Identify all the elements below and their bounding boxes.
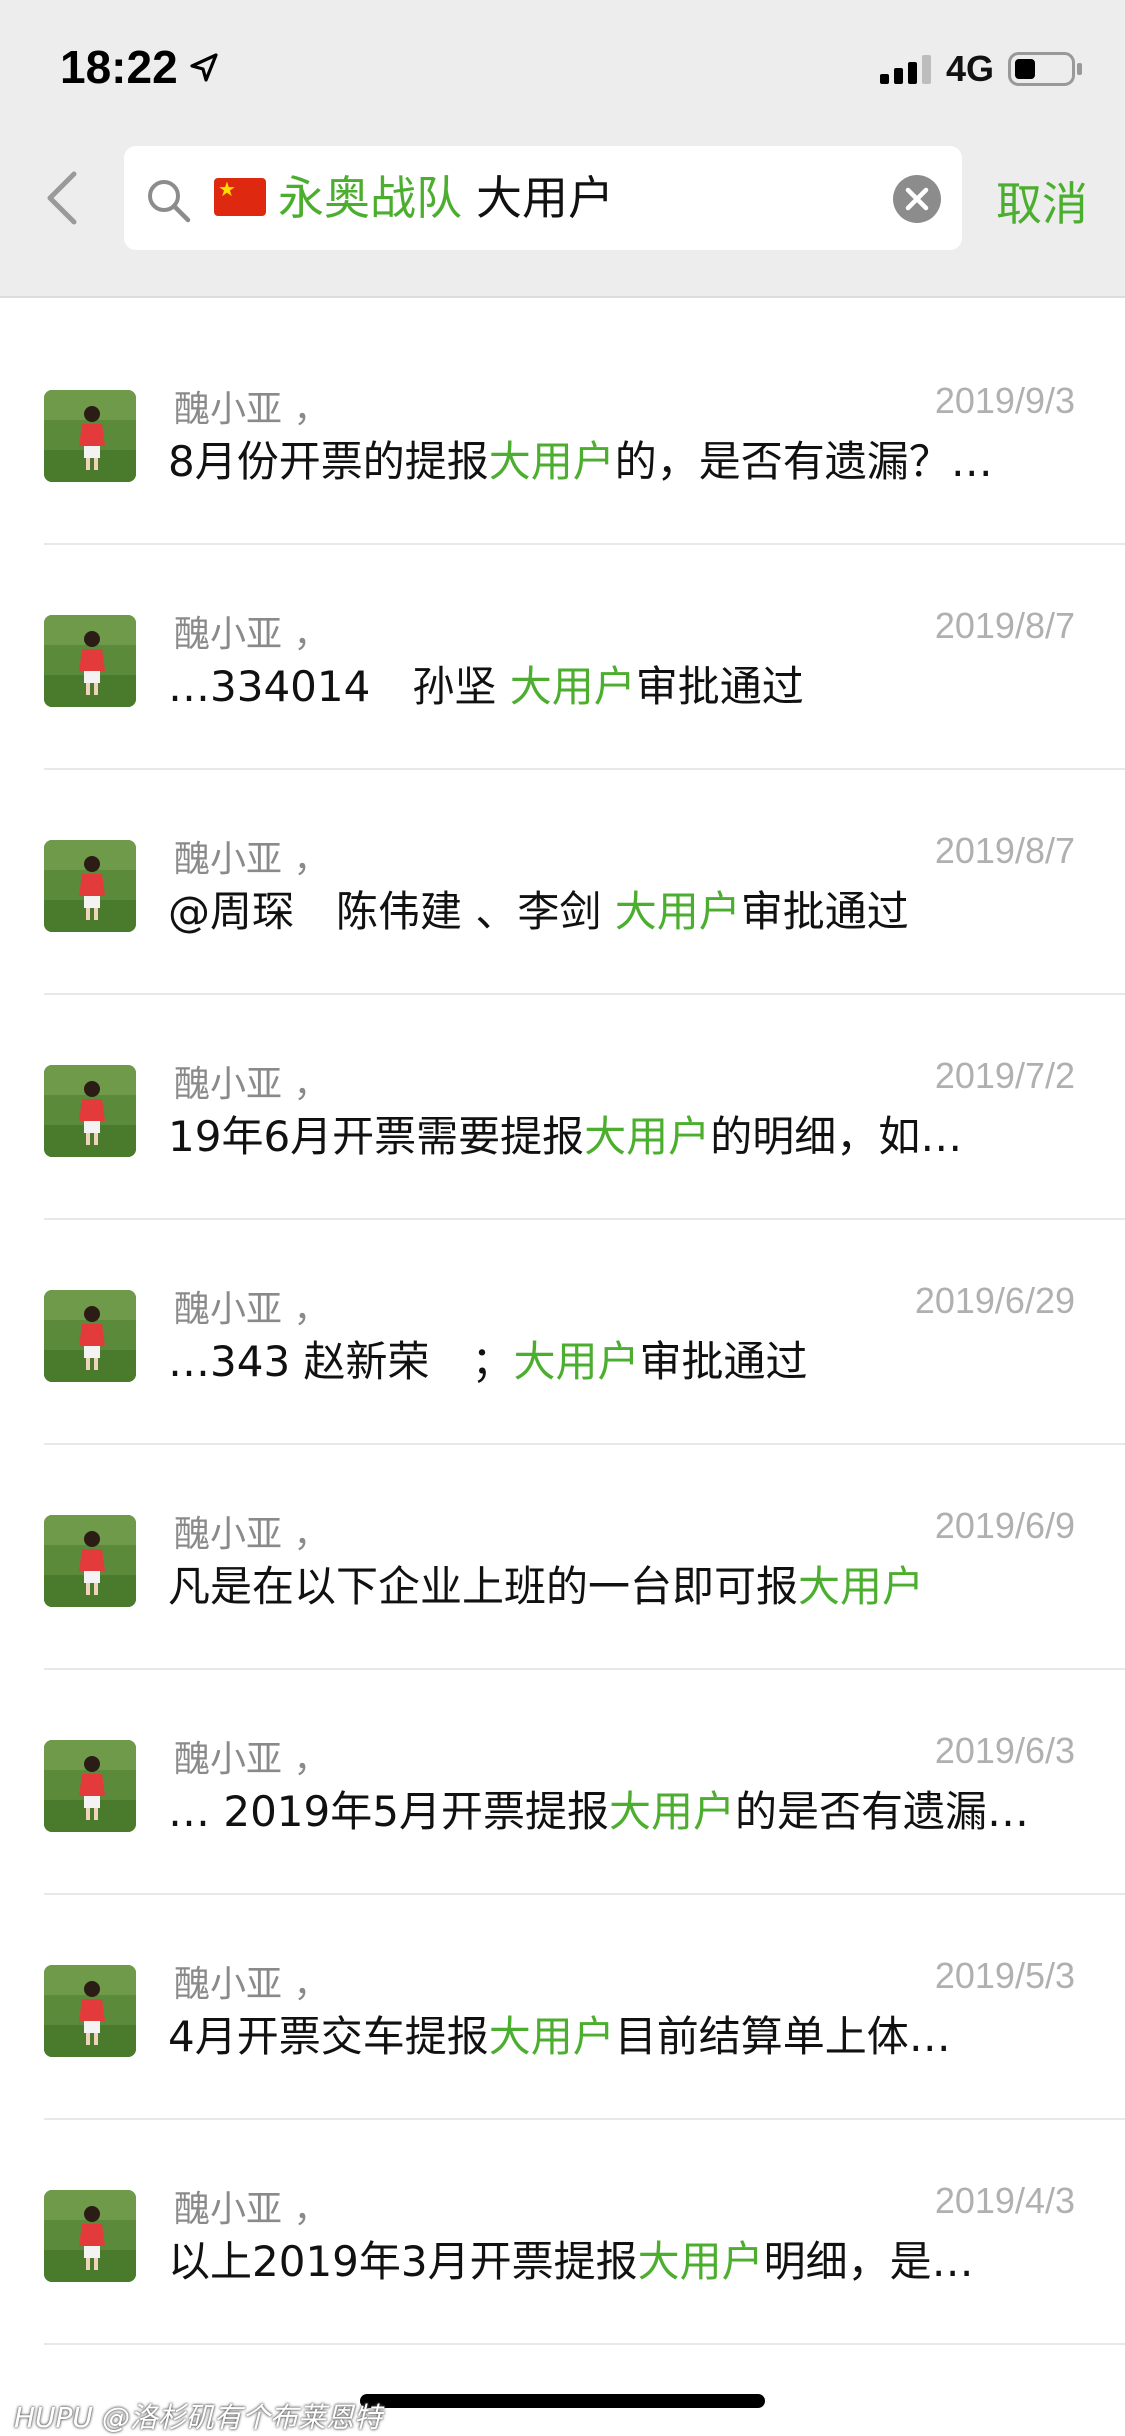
network-label: 4G bbox=[946, 48, 995, 89]
snippet-text: 的，是否有遗漏？… bbox=[614, 437, 993, 486]
avatar bbox=[44, 1515, 136, 1607]
message-snippet: 以上2019年3月开票提报大用户明细，是… bbox=[168, 2234, 1078, 2290]
snippet-text: 8月份开票的提报 bbox=[168, 437, 489, 486]
signal-icon bbox=[880, 54, 936, 88]
message-snippet: 凡是在以下企业上班的一台即可报大用户 bbox=[168, 1559, 1078, 1615]
china-flag-icon: ★ bbox=[214, 178, 266, 216]
snippet-highlight: 大用户 bbox=[488, 2012, 615, 2061]
avatar bbox=[44, 2190, 136, 2282]
message-snippet: …334014 孙坚 大用户审批通过 bbox=[168, 659, 1078, 715]
snippet-text: 明细，是… bbox=[763, 2237, 974, 2286]
sender-name: 醜小亚 ， bbox=[174, 614, 330, 655]
snippet-text: @周琛 陈伟建 、李剑 bbox=[168, 887, 615, 936]
message-snippet: … 2019年5月开票提报大用户的是否有遗漏… bbox=[168, 1784, 1078, 1840]
message-date: 2019/7/2 bbox=[934, 1055, 1075, 1096]
list-item[interactable]: 醜小亚 ， 2019/8/7 …334014 孙坚 大用户审批通过 bbox=[0, 545, 1125, 770]
sender-name: 醜小亚 ， bbox=[174, 1964, 330, 2005]
message-date: 2019/8/7 bbox=[934, 605, 1075, 646]
list-item[interactable]: 醜小亚 ， 2019/6/3 … 2019年5月开票提报大用户的是否有遗漏… bbox=[0, 1670, 1125, 1895]
list-item[interactable]: 醜小亚 ， 2019/6/9 凡是在以下企业上班的一台即可报大用户 bbox=[0, 1445, 1125, 1670]
sender-name: 醜小亚 ， bbox=[174, 1514, 330, 1555]
location-arrow-icon bbox=[188, 52, 220, 88]
snippet-highlight: 大用户 bbox=[509, 662, 636, 711]
snippet-text: 19年6月开票需要提报 bbox=[168, 1112, 585, 1161]
snippet-highlight: 大用户 bbox=[608, 1787, 735, 1836]
cancel-button[interactable]: 取消 bbox=[996, 168, 1088, 234]
snippet-text: 审批通过 bbox=[740, 887, 909, 936]
message-date: 2019/5/3 bbox=[934, 1955, 1075, 1996]
sender-name: 醜小亚 ， bbox=[174, 1289, 330, 1330]
snippet-text: 目前结算单上体… bbox=[614, 2012, 951, 2061]
avatar bbox=[44, 615, 136, 707]
sender-name: 醜小亚 ， bbox=[174, 2189, 330, 2230]
message-date: 2019/8/7 bbox=[934, 830, 1075, 871]
snippet-text: … 2019年5月开票提报 bbox=[168, 1787, 609, 1836]
snippet-highlight: 大用户 bbox=[584, 1112, 711, 1161]
sender-name: 醜小亚 ， bbox=[174, 1739, 330, 1780]
snippet-text: 的明细，如… bbox=[710, 1112, 963, 1161]
message-date: 2019/4/3 bbox=[934, 2180, 1075, 2221]
message-snippet: @周琛 陈伟建 、李剑 大用户审批通过 bbox=[168, 884, 1078, 940]
divider bbox=[44, 2343, 1125, 2345]
list-item[interactable]: 醜小亚 ， 2019/6/29 …343 赵新荣 ；大用户审批通过 bbox=[0, 1220, 1125, 1445]
snippet-highlight: 大用户 bbox=[513, 1337, 640, 1386]
snippet-highlight: 大用户 bbox=[614, 887, 741, 936]
list-item[interactable]: 醜小亚 ， 2019/8/7 @周琛 陈伟建 、李剑 大用户审批通过 bbox=[0, 770, 1125, 995]
message-snippet: 8月份开票的提报大用户的，是否有遗漏？… bbox=[168, 434, 1078, 490]
list-item[interactable]: 醜小亚 ， 2019/5/3 4月开票交车提报大用户目前结算单上体… bbox=[0, 1895, 1125, 2120]
avatar bbox=[44, 1065, 136, 1157]
back-icon[interactable] bbox=[44, 170, 80, 230]
clear-icon[interactable] bbox=[892, 174, 942, 228]
avatar bbox=[44, 1740, 136, 1832]
watermark: HUPU @洛杉矶有个布莱恩特 bbox=[14, 2401, 382, 2434]
message-date: 2019/9/3 bbox=[934, 380, 1075, 421]
snippet-text: …334014 孙坚 bbox=[168, 662, 510, 711]
search-tag: 永奥战队 bbox=[278, 171, 462, 225]
avatar bbox=[44, 390, 136, 482]
snippet-highlight: 大用户 bbox=[637, 2237, 764, 2286]
search-input[interactable]: ★ 永奥战队 大用户 bbox=[124, 146, 962, 250]
sender-name: 醜小亚 ， bbox=[174, 1064, 330, 1105]
snippet-text: 审批通过 bbox=[635, 662, 804, 711]
snippet-text: 凡是在以下企业上班的一台即可报 bbox=[168, 1562, 799, 1611]
snippet-text: …343 赵新荣 ； bbox=[168, 1337, 514, 1386]
home-indicator[interactable] bbox=[360, 2394, 765, 2408]
list-item[interactable]: 醜小亚 ， 2019/9/3 8月份开票的提报大用户的，是否有遗漏？… bbox=[0, 320, 1125, 545]
sender-name: 醜小亚 ， bbox=[174, 389, 330, 430]
snippet-text: 的是否有遗漏… bbox=[734, 1787, 1029, 1836]
list-item[interactable]: 醜小亚 ， 2019/4/3 以上2019年3月开票提报大用户明细，是… bbox=[0, 2120, 1125, 2345]
avatar bbox=[44, 1290, 136, 1382]
snippet-highlight: 大用户 bbox=[488, 437, 615, 486]
snippet-text: 审批通过 bbox=[639, 1337, 808, 1386]
battery-icon bbox=[1008, 52, 1084, 90]
message-snippet: 4月开票交车提报大用户目前结算单上体… bbox=[168, 2009, 1078, 2065]
search-keyword: 大用户 bbox=[476, 171, 614, 225]
message-date: 2019/6/29 bbox=[914, 1280, 1075, 1321]
sender-name: 醜小亚 ， bbox=[174, 839, 330, 880]
snippet-highlight: 大用户 bbox=[798, 1562, 925, 1611]
message-snippet: 19年6月开票需要提报大用户的明细，如… bbox=[168, 1109, 1078, 1165]
message-date: 2019/6/9 bbox=[934, 1505, 1075, 1546]
search-results-list: 醜小亚 ， 2019/9/3 8月份开票的提报大用户的，是否有遗漏？… 醜小亚 … bbox=[0, 320, 1125, 2345]
search-query: 永奥战队 大用户 bbox=[278, 170, 614, 226]
snippet-text: 4月开票交车提报 bbox=[168, 2012, 489, 2061]
snippet-text: 以上2019年3月开票提报 bbox=[168, 2237, 638, 2286]
top-bar: 18:22 4G ★ 永奥战队 大用户 取消 bbox=[0, 0, 1125, 298]
search-icon bbox=[144, 176, 192, 228]
avatar bbox=[44, 840, 136, 932]
list-item[interactable]: 醜小亚 ， 2019/7/2 19年6月开票需要提报大用户的明细，如… bbox=[0, 995, 1125, 1220]
message-date: 2019/6/3 bbox=[934, 1730, 1075, 1771]
avatar bbox=[44, 1965, 136, 2057]
message-snippet: …343 赵新荣 ；大用户审批通过 bbox=[168, 1334, 1078, 1390]
status-time: 18:22 bbox=[60, 41, 178, 93]
